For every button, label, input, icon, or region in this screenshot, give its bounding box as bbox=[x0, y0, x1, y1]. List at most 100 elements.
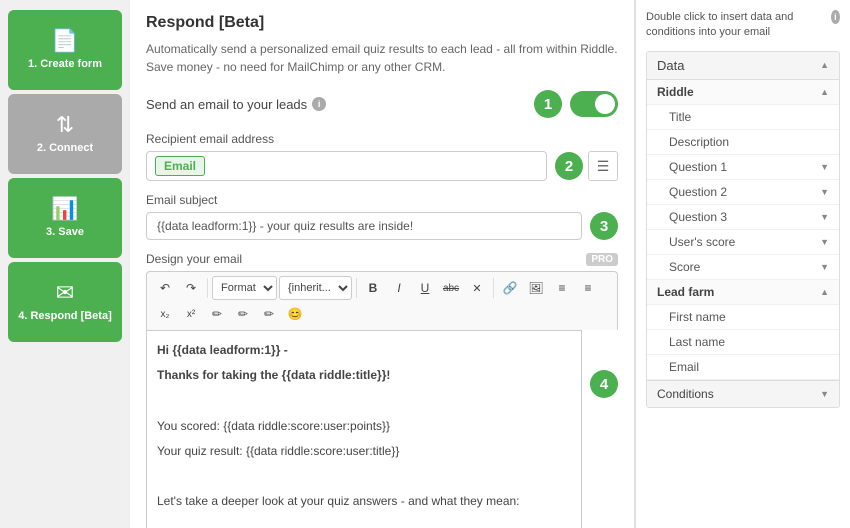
ul-button[interactable]: ≡ bbox=[550, 276, 574, 300]
question2-chevron: ▼ bbox=[820, 187, 829, 197]
step-2-badge: 2 bbox=[555, 152, 583, 180]
panel-info-icon[interactable]: i bbox=[831, 10, 840, 24]
tree-item-description[interactable]: Description bbox=[647, 130, 839, 155]
sidebar-item-respond[interactable]: ✉ 4. Respond [Beta] bbox=[8, 262, 122, 342]
tree-footer-conditions[interactable]: Conditions ▼ bbox=[647, 380, 839, 407]
question3-chevron: ▼ bbox=[820, 212, 829, 222]
email-row: Email bbox=[146, 151, 547, 181]
title-label: Title bbox=[669, 110, 691, 124]
editor-header: Design your email PRO bbox=[146, 252, 618, 266]
sidebar: 📄 1. Create form ⇅ 2. Connect 📊 3. Save … bbox=[0, 0, 130, 528]
page-description: Automatically send a personalized email … bbox=[146, 40, 618, 76]
sidebar-item-connect[interactable]: ⇅ 2. Connect bbox=[8, 94, 122, 174]
lead-form-chevron: ▲ bbox=[820, 287, 829, 297]
toggle-info-icon[interactable]: i bbox=[312, 97, 326, 111]
subject-row: 3 bbox=[146, 212, 618, 240]
recipient-section: Recipient email address Email 2 ☰ bbox=[146, 132, 618, 181]
tree-item-lead-form[interactable]: Lead farm ▲ bbox=[647, 280, 839, 305]
first-name-label: First name bbox=[669, 310, 726, 324]
tree-item-score[interactable]: Score ▼ bbox=[647, 255, 839, 280]
editor-wrap: Hi {{data leadform:1}} - Thanks for taki… bbox=[146, 330, 618, 528]
tree-item-user-score[interactable]: User's score ▼ bbox=[647, 230, 839, 255]
superscript-button[interactable]: x² bbox=[179, 302, 203, 326]
bold-button[interactable]: B bbox=[361, 276, 385, 300]
toggle-label: Send an email to your leads i bbox=[146, 97, 326, 112]
sidebar-item-respond-label: 4. Respond [Beta] bbox=[18, 310, 112, 322]
editor-toolbar: ↶ ↷ Format {inherit... B I U abc ✕ 🔗 🖼 ≡… bbox=[146, 271, 618, 330]
page-title: Respond [Beta] bbox=[146, 14, 618, 32]
list-icon: ☰ bbox=[597, 158, 610, 175]
toggle-row: Send an email to your leads i 1 bbox=[146, 90, 618, 118]
image-button[interactable]: 🖼 bbox=[524, 276, 548, 300]
last-name-label: Last name bbox=[669, 335, 725, 349]
description-label: Description bbox=[669, 135, 729, 149]
email-tag[interactable]: Email bbox=[155, 156, 205, 176]
step-4-badge: 4 bbox=[590, 370, 618, 398]
recipient-label: Recipient email address bbox=[146, 132, 618, 146]
step-3-badge: 3 bbox=[590, 212, 618, 240]
email-toggle[interactable] bbox=[570, 91, 618, 117]
sidebar-item-create-form-label: 1. Create form bbox=[28, 58, 102, 70]
sidebar-item-connect-label: 2. Connect bbox=[37, 142, 93, 154]
respond-icon: ✉ bbox=[56, 282, 74, 304]
sidebar-item-save-label: 3. Save bbox=[46, 226, 84, 238]
email-design-section: Design your email PRO ↶ ↷ Format {inheri… bbox=[146, 252, 618, 528]
create-form-icon: 📄 bbox=[51, 30, 78, 52]
lead-form-label: Lead farm bbox=[657, 285, 714, 299]
score-chevron: ▼ bbox=[820, 262, 829, 272]
question1-chevron: ▼ bbox=[820, 162, 829, 172]
underline-button[interactable]: U bbox=[413, 276, 437, 300]
subscript-button[interactable]: x₂ bbox=[153, 302, 177, 326]
inherit-select[interactable]: {inherit... bbox=[279, 276, 352, 300]
toolbar-sep-1 bbox=[207, 278, 208, 298]
save-icon: 📊 bbox=[51, 198, 78, 220]
user-score-chevron: ▼ bbox=[820, 237, 829, 247]
sidebar-item-create-form[interactable]: 📄 1. Create form bbox=[8, 10, 122, 90]
tree-item-question1[interactable]: Question 1 ▼ bbox=[647, 155, 839, 180]
format-select[interactable]: Format bbox=[212, 276, 277, 300]
email-label: Email bbox=[669, 360, 699, 374]
italic-button[interactable]: I bbox=[387, 276, 411, 300]
ol-button[interactable]: ≡ bbox=[576, 276, 600, 300]
tree-item-title[interactable]: Title bbox=[647, 105, 839, 130]
emoji-button[interactable]: 😊 bbox=[283, 302, 307, 326]
subject-input[interactable] bbox=[146, 212, 582, 240]
link-button[interactable]: 🔗 bbox=[498, 276, 522, 300]
data-tree: Data ▲ Riddle ▲ Title Description Questi… bbox=[646, 51, 840, 408]
main-content: Respond [Beta] Automatically send a pers… bbox=[130, 0, 635, 528]
step-1-badge: 1 bbox=[534, 90, 562, 118]
list-icon-button[interactable]: ☰ bbox=[588, 151, 618, 181]
tree-item-first-name[interactable]: First name bbox=[647, 305, 839, 330]
undo-button[interactable]: ↶ bbox=[153, 276, 177, 300]
email-editor[interactable]: Hi {{data leadform:1}} - Thanks for taki… bbox=[146, 330, 582, 528]
user-score-label: User's score bbox=[669, 235, 735, 249]
tree-item-question2[interactable]: Question 2 ▼ bbox=[647, 180, 839, 205]
right-panel: Double click to insert data and conditio… bbox=[635, 0, 850, 528]
question1-label: Question 1 bbox=[669, 160, 727, 174]
pen1-button[interactable]: ✏ bbox=[205, 302, 229, 326]
tree-header[interactable]: Data ▲ bbox=[647, 52, 839, 80]
tree-item-question3[interactable]: Question 3 ▼ bbox=[647, 205, 839, 230]
question2-label: Question 2 bbox=[669, 185, 727, 199]
data-header-chevron: ▲ bbox=[820, 60, 829, 70]
remove-format-button[interactable]: ✕ bbox=[465, 276, 489, 300]
connect-icon: ⇅ bbox=[56, 114, 74, 136]
tree-item-last-name[interactable]: Last name bbox=[647, 330, 839, 355]
toolbar-sep-2 bbox=[356, 278, 357, 298]
tree-item-email[interactable]: Email bbox=[647, 355, 839, 380]
riddle-chevron: ▲ bbox=[820, 87, 829, 97]
pro-badge: PRO bbox=[586, 253, 618, 266]
sidebar-item-save[interactable]: 📊 3. Save bbox=[8, 178, 122, 258]
panel-description-text: Double click to insert data and conditio… bbox=[646, 10, 826, 41]
pen3-button[interactable]: ✏ bbox=[257, 302, 281, 326]
conditions-label: Conditions bbox=[657, 387, 714, 401]
conditions-chevron: ▼ bbox=[820, 389, 829, 399]
toggle-label-text: Send an email to your leads bbox=[146, 97, 307, 112]
question3-label: Question 3 bbox=[669, 210, 727, 224]
strikethrough-button[interactable]: abc bbox=[439, 276, 463, 300]
pen2-button[interactable]: ✏ bbox=[231, 302, 255, 326]
panel-description: Double click to insert data and conditio… bbox=[646, 10, 840, 41]
riddle-label: Riddle bbox=[657, 85, 694, 99]
redo-button[interactable]: ↷ bbox=[179, 276, 203, 300]
tree-item-riddle[interactable]: Riddle ▲ bbox=[647, 80, 839, 105]
